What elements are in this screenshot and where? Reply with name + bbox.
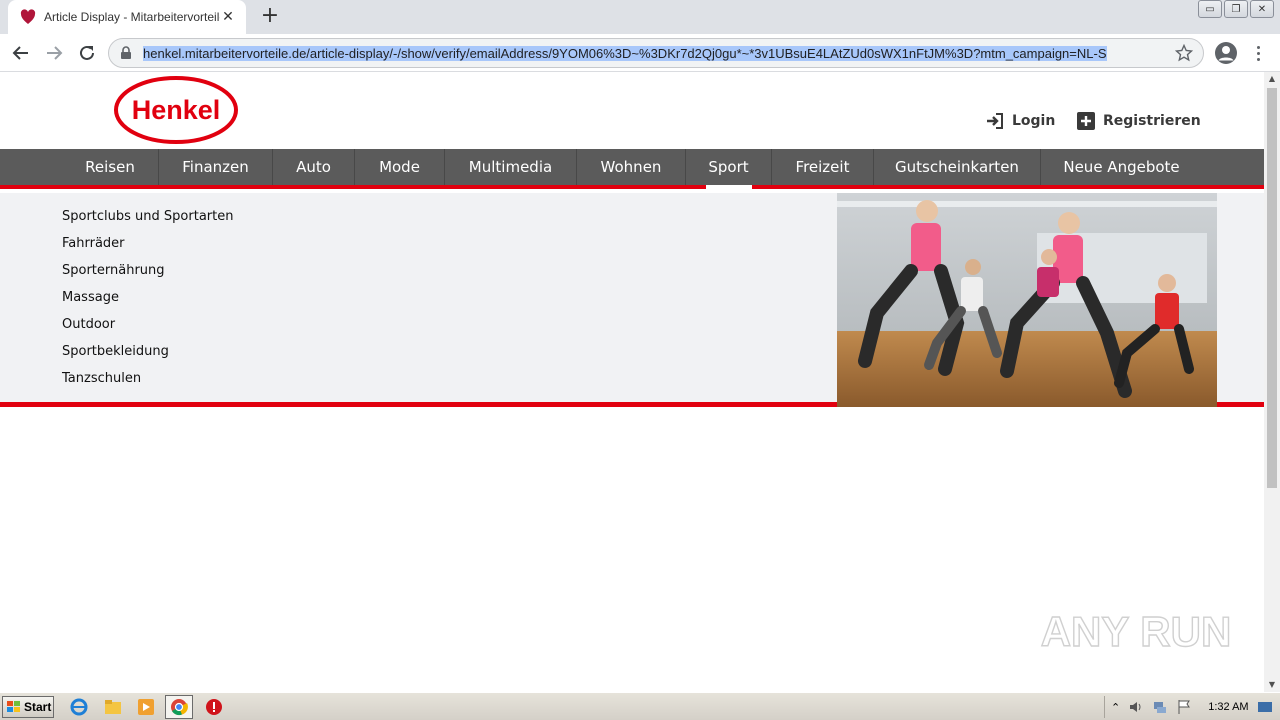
scroll-up-icon[interactable]: ▲ — [1264, 72, 1280, 86]
register-link[interactable]: Registrieren — [1077, 112, 1201, 130]
sport-subcategory-list: Sportclubs und Sportarten Fahrräder Spor… — [62, 206, 233, 395]
chrome-icon — [171, 699, 188, 716]
start-button[interactable]: Start — [2, 696, 54, 718]
url-text[interactable]: henkel.mitarbeitervorteile.de/article-di… — [143, 45, 1167, 61]
show-desktop-icon[interactable] — [1257, 699, 1273, 715]
nav-item-neue-angebote[interactable]: Neue Angebote — [1041, 149, 1202, 185]
file-explorer-icon[interactable] — [104, 698, 122, 716]
site-header: Henkel Login Registrieren — [0, 72, 1264, 149]
nav-item-finanzen[interactable]: Finanzen — [159, 149, 273, 185]
subcategory-sporternaehrung[interactable]: Sporternährung — [62, 260, 233, 287]
system-tray: ⌃ 1:32 AM — [1104, 696, 1278, 718]
nav-item-freizeit[interactable]: Freizeit — [772, 149, 874, 185]
forward-arrow-icon — [47, 46, 63, 60]
browser-tab[interactable]: Article Display - Mitarbeitervorteile ✕ — [8, 0, 246, 34]
minimize-button[interactable]: ▭ — [1198, 0, 1222, 18]
browser-toolbar: henkel.mitarbeitervorteile.de/article-di… — [0, 34, 1280, 72]
nav-item-sport[interactable]: Sport — [686, 149, 772, 185]
subcategory-tanzschulen[interactable]: Tanzschulen — [62, 368, 233, 395]
browser-menu-icon[interactable] — [1250, 41, 1266, 65]
start-label: Start — [24, 700, 52, 714]
profile-avatar-icon[interactable] — [1214, 41, 1238, 65]
login-link[interactable]: Login — [986, 112, 1055, 130]
nav-item-auto[interactable]: Auto — [273, 149, 355, 185]
browser-tabbar: Article Display - Mitarbeitervorteile ✕ … — [0, 0, 1280, 34]
fitness-class-image — [837, 193, 1217, 407]
lock-icon — [121, 46, 131, 59]
page-scrollbar[interactable]: ▲ ▼ — [1264, 72, 1280, 692]
address-bar[interactable]: henkel.mitarbeitervorteile.de/article-di… — [108, 38, 1204, 68]
chrome-taskbar-button[interactable] — [165, 695, 193, 719]
register-label: Registrieren — [1103, 113, 1201, 129]
nav-item-mode[interactable]: Mode — [355, 149, 445, 185]
close-window-button[interactable]: ✕ — [1250, 0, 1274, 18]
reload-button[interactable] — [75, 41, 99, 65]
restore-button[interactable]: ❐ — [1224, 0, 1248, 18]
anyrun-watermark: ANY RUN — [1040, 607, 1232, 655]
subcategory-fahrraeder[interactable]: Fahrräder — [62, 233, 233, 260]
bookmark-star-icon[interactable] — [1175, 44, 1193, 62]
tab-title: Article Display - Mitarbeitervorteile — [44, 10, 220, 24]
subcategory-massage[interactable]: Massage — [62, 287, 233, 314]
windows-taskbar: Start ⌃ 1:32 AM — [0, 692, 1280, 720]
windows-flag-icon — [7, 701, 20, 712]
forward-button[interactable] — [42, 41, 66, 65]
tab-close-icon[interactable]: ✕ — [220, 9, 236, 25]
stop-warning-icon[interactable] — [205, 698, 223, 716]
login-icon — [987, 113, 1003, 129]
henkel-logo[interactable]: Henkel — [114, 76, 238, 144]
logo-text: Henkel — [132, 95, 221, 125]
network-icon[interactable] — [1152, 699, 1168, 715]
subcategory-outdoor[interactable]: Outdoor — [62, 314, 233, 341]
sport-dropdown-menu: Sportclubs und Sportarten Fahrräder Spor… — [0, 193, 1264, 407]
subcategory-sportclubs[interactable]: Sportclubs und Sportarten — [62, 206, 233, 233]
nav-item-wohnen[interactable]: Wohnen — [577, 149, 686, 185]
url-selection: henkel.mitarbeitervorteile.de/article-di… — [143, 45, 1107, 61]
new-tab-button[interactable]: + — [259, 5, 281, 27]
nav-item-multimedia[interactable]: Multimedia — [445, 149, 577, 185]
watermark-text: ANY RUN — [1041, 608, 1232, 655]
media-player-icon[interactable] — [137, 698, 155, 716]
henkel-favicon-icon — [20, 9, 36, 24]
back-arrow-icon — [12, 46, 28, 60]
nav-item-gutscheinkarten[interactable]: Gutscheinkarten — [874, 149, 1041, 185]
action-center-flag-icon[interactable] — [1176, 699, 1192, 715]
speaker-icon[interactable] — [1128, 699, 1144, 715]
plus-square-icon — [1077, 112, 1095, 130]
login-label: Login — [1012, 113, 1056, 129]
show-hidden-icons-icon[interactable]: ⌃ — [1111, 701, 1120, 714]
nav-item-reisen[interactable]: Reisen — [62, 149, 159, 185]
subcategory-sportbekleidung[interactable]: Sportbekleidung — [62, 341, 233, 368]
reload-icon — [80, 45, 94, 60]
taskbar-clock: 1:32 AM — [1208, 701, 1249, 713]
scroll-down-icon[interactable]: ▼ — [1264, 678, 1280, 692]
page-viewport: Henkel Login Registrieren Reisen Finanze… — [0, 72, 1264, 692]
back-button[interactable] — [9, 41, 33, 65]
scrollbar-thumb[interactable] — [1267, 88, 1277, 488]
internet-explorer-icon[interactable] — [70, 698, 88, 716]
main-navigation: Reisen Finanzen Auto Mode Multimedia Woh… — [0, 149, 1264, 189]
window-controls: ▭ ❐ ✕ — [1198, 0, 1274, 18]
